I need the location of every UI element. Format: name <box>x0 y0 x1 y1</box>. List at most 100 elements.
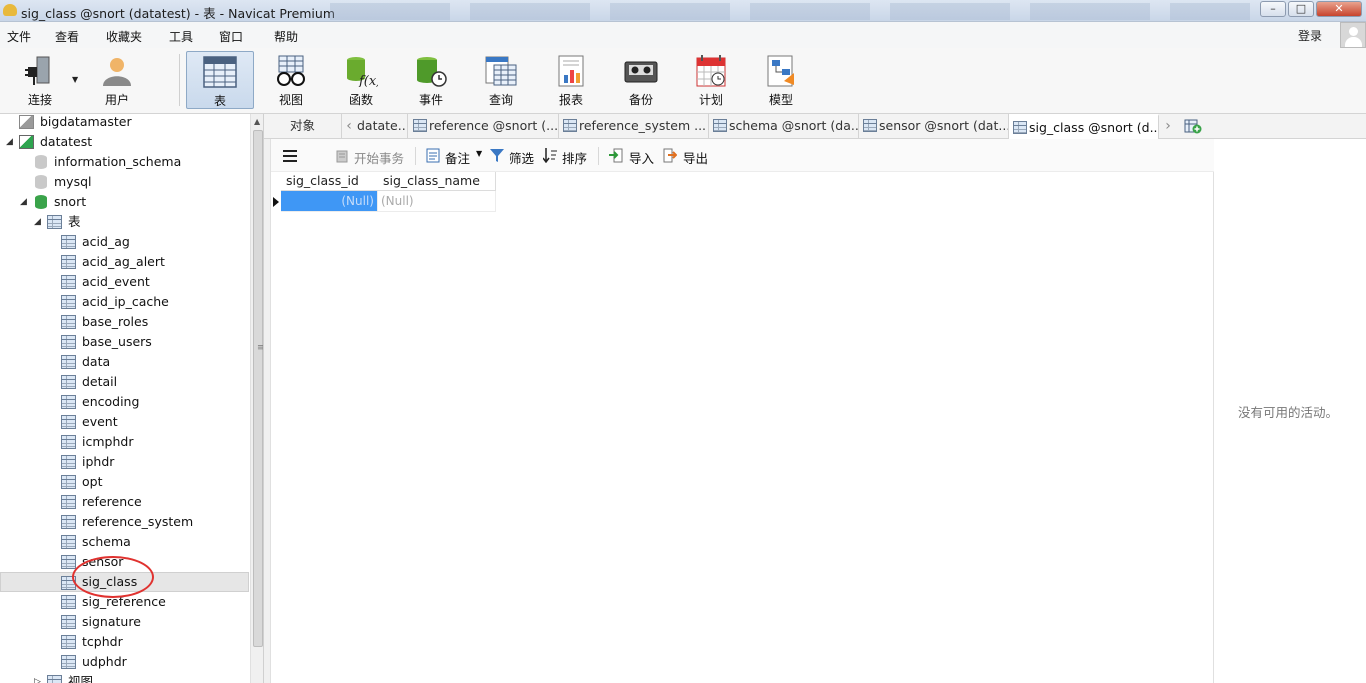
tree-item-views-folder[interactable]: ▷ 视图 <box>0 672 249 683</box>
tree-item-table[interactable]: iphdr <box>0 452 249 472</box>
toolbar-view-button[interactable]: 视图 <box>257 51 325 109</box>
menu-view[interactable]: 查看 <box>55 28 79 45</box>
tab-datatest[interactable]: datate... <box>356 114 408 139</box>
tree-item-table[interactable]: udphdr <box>0 652 249 672</box>
column-header-sig-class-id[interactable]: sig_class_id <box>281 172 379 191</box>
export-icon <box>663 148 677 163</box>
maximize-button[interactable]: □ <box>1288 1 1314 17</box>
tree-item-datatest[interactable]: ◢ datatest <box>0 132 249 152</box>
tab-sig-class[interactable]: sig_class @snort (d... <box>1009 114 1159 139</box>
memo-icon <box>426 148 440 163</box>
table-icon <box>61 455 76 469</box>
table-data-panel: 开始事务 备注 ▼ 筛选 排序 导入 导出 sig_class_id sig_c… <box>270 139 1215 683</box>
column-header-sig-class-name[interactable]: sig_class_name <box>378 172 496 191</box>
table-icon <box>413 119 427 132</box>
toolbar-report-label: 报表 <box>558 93 583 107</box>
svg-text:f(x): f(x) <box>358 74 378 87</box>
close-button[interactable]: ✕ <box>1316 1 1362 17</box>
tree-item-table[interactable]: signature <box>0 612 249 632</box>
toolbar-user-button[interactable]: 用户 <box>83 51 151 109</box>
tab-reference[interactable]: reference @snort (... <box>409 114 559 139</box>
collapse-arrow-icon[interactable]: ▷ <box>34 672 41 683</box>
tree-item-snort[interactable]: ◢ snort <box>0 192 249 212</box>
tab-schema[interactable]: schema @snort (da... <box>709 114 859 139</box>
table-icon <box>61 255 76 269</box>
scrollbar-thumb[interactable]: ≡ <box>253 130 263 647</box>
tree-item-table[interactable]: acid_ip_cache <box>0 292 249 312</box>
chevron-down-icon[interactable]: ▼ <box>476 149 482 158</box>
toolbar-schedule-button[interactable]: 计划 <box>677 51 745 109</box>
schedule-icon <box>696 55 726 87</box>
toolbar-function-button[interactable]: f(x) 函数 <box>327 51 395 109</box>
tree-item-table[interactable]: event <box>0 412 249 432</box>
menu-favorites[interactable]: 收藏夹 <box>106 28 142 45</box>
tree-item-table[interactable]: detail <box>0 372 249 392</box>
tree-item-table[interactable]: base_users <box>0 332 249 352</box>
tree-item-bigdatamaster[interactable]: bigdatamaster <box>0 114 249 132</box>
avatar[interactable] <box>1340 22 1366 48</box>
chevron-down-icon[interactable]: ▼ <box>72 75 78 84</box>
toolbar-report-button[interactable]: 报表 <box>537 51 605 109</box>
tree-item-table[interactable]: icmphdr <box>0 432 249 452</box>
import-button[interactable]: 导入 <box>629 148 654 167</box>
table-icon <box>863 119 877 132</box>
minimize-button[interactable]: – <box>1260 1 1286 17</box>
toolbar-query-button[interactable]: 查询 <box>467 51 535 109</box>
toolbar-event-button[interactable]: 事件 <box>397 51 465 109</box>
tree-item-table[interactable]: data <box>0 352 249 372</box>
tree-item-tables-folder[interactable]: ◢ 表 <box>0 212 249 232</box>
tree-item-table[interactable]: opt <box>0 472 249 492</box>
cell-sig-class-name[interactable]: (Null) <box>378 191 496 212</box>
begin-transaction-button[interactable]: 开始事务 <box>354 148 404 167</box>
tree-item-table[interactable]: schema <box>0 532 249 552</box>
tree-item-table[interactable]: encoding <box>0 392 249 412</box>
tables-folder-icon <box>47 215 62 229</box>
sort-button[interactable]: 排序 <box>562 148 587 167</box>
tab-sensor[interactable]: sensor @snort (dat... <box>859 114 1009 139</box>
tree-item-table[interactable]: base_roles <box>0 312 249 332</box>
new-tab-icon[interactable] <box>1184 118 1202 134</box>
tab-reference-system[interactable]: reference_system ... <box>559 114 709 139</box>
toolbar-table-button[interactable]: 表 <box>186 51 254 109</box>
menu-tools[interactable]: 工具 <box>169 28 193 45</box>
tab-scroll-left-icon[interactable]: ‹ <box>341 116 357 136</box>
tab-objects[interactable]: 对象 <box>264 114 342 139</box>
toolbar-backup-button[interactable]: 备份 <box>607 51 675 109</box>
tree-item-table[interactable]: acid_event <box>0 272 249 292</box>
toolbar-query-label: 查询 <box>488 93 513 107</box>
export-button[interactable]: 导出 <box>683 148 708 167</box>
scroll-up-icon[interactable]: ▲ <box>254 117 260 126</box>
toolbar-model-button[interactable]: 模型 <box>747 51 815 109</box>
menu-help[interactable]: 帮助 <box>274 28 298 45</box>
filter-icon <box>490 149 504 162</box>
report-icon <box>558 55 584 87</box>
connection-off-icon <box>19 115 34 129</box>
tree-item-information-schema[interactable]: information_schema <box>0 152 249 172</box>
toolbar-connect-button[interactable]: ▼ 连接 <box>6 51 78 109</box>
tree-item-table[interactable]: acid_ag <box>0 232 249 252</box>
function-icon: f(x) <box>347 57 378 87</box>
table-icon <box>61 335 76 349</box>
filter-button[interactable]: 筛选 <box>509 148 534 167</box>
tree-item-mysql[interactable]: mysql <box>0 172 249 192</box>
expand-arrow-icon[interactable]: ◢ <box>6 132 13 152</box>
expand-arrow-icon[interactable]: ◢ <box>20 192 27 212</box>
no-activity-text: 没有可用的活动。 <box>1238 405 1339 420</box>
tree-item-table[interactable]: tcphdr <box>0 632 249 652</box>
login-link[interactable]: 登录 <box>1298 27 1322 44</box>
table-icon <box>61 635 76 649</box>
table-icon <box>61 375 76 389</box>
menu-file[interactable]: 文件 <box>7 28 31 45</box>
memo-button[interactable]: 备注 <box>445 148 470 167</box>
user-icon <box>103 58 131 86</box>
tab-scroll-right-icon[interactable]: › <box>1160 116 1176 136</box>
expand-arrow-icon[interactable]: ◢ <box>34 212 41 232</box>
sidebar-scrollbar[interactable]: ▲ ≡ <box>250 114 263 683</box>
hamburger-menu-icon[interactable] <box>283 150 297 162</box>
menu-window[interactable]: 窗口 <box>219 28 243 45</box>
database-open-icon <box>35 195 47 209</box>
cell-sig-class-id[interactable]: (Null) <box>281 191 378 212</box>
tree-item-table[interactable]: reference <box>0 492 249 512</box>
tree-item-table[interactable]: reference_system <box>0 512 249 532</box>
tree-item-table[interactable]: acid_ag_alert <box>0 252 249 272</box>
